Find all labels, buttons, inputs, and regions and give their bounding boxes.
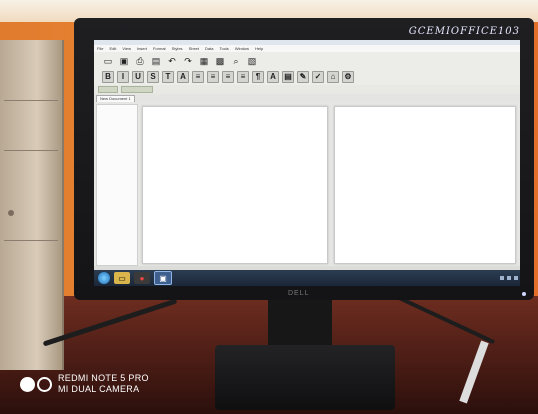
brush-icon[interactable]: ⌂ [327,71,339,83]
monitor-sticker: GCEMIOFFICE103 [408,26,520,37]
print-preview-icon[interactable]: ▤ [150,55,162,67]
menu-item-sheet[interactable]: Sheet [189,45,199,52]
menu-item-edit[interactable]: Edit [109,45,116,52]
style-dropdown[interactable] [98,86,118,93]
grid-icon[interactable]: ▩ [214,55,226,67]
flag-icon[interactable] [514,276,518,280]
open-icon[interactable]: ▭ [102,55,114,67]
volume-icon[interactable] [507,276,511,280]
save-icon[interactable]: ▣ [118,55,130,67]
menu-item-window[interactable]: Window [235,45,249,52]
taskbar: ▭ ● ▣ [94,270,520,286]
computer-cabinet [0,40,64,370]
menu-item-format[interactable]: Format [153,45,166,52]
align-left-icon[interactable]: ≡ [192,71,204,83]
network-icon[interactable] [500,276,504,280]
dual-camera-logo-icon [20,376,52,392]
redo-icon[interactable]: ↷ [182,55,194,67]
find-icon[interactable]: ⌕ [230,55,242,67]
formatting-toolbar: B I U S T A ≡ ≡ ≡ ≡ ¶ A ▤ ✎ ✓ ⌂ ⚙ [94,69,520,85]
menu-bar: File Edit View Insert Format Styles Sheet Data T… [94,45,520,52]
file-explorer-icon[interactable]: ▭ [114,272,130,284]
start-button[interactable] [98,272,110,284]
font-dropdown[interactable] [121,86,153,93]
monitor-brand: DELL [288,290,310,297]
paragraph-icon[interactable]: ¶ [252,71,264,83]
menu-item-styles[interactable]: Styles [172,45,183,52]
tab-document[interactable]: New Document 1 [96,95,135,102]
menu-item-file[interactable]: File [97,45,103,52]
print-icon[interactable]: ⎙ [134,55,146,67]
document-page-left[interactable] [142,106,328,264]
screen: File Edit View Insert Format Styles Sheet Data T… [94,40,520,286]
monitor-stand-base [215,345,395,410]
image-icon[interactable]: ▧ [246,55,258,67]
menu-item-tools[interactable]: Tools [219,45,228,52]
bold-icon[interactable]: B [102,71,114,83]
camera-model-label: REDMI NOTE 5 PRO [58,373,149,383]
italic-icon[interactable]: I [117,71,129,83]
menu-item-data[interactable]: Data [205,45,213,52]
style-toolbar [94,85,520,94]
table-icon[interactable]: ▦ [198,55,210,67]
gear-icon[interactable]: ⚙ [342,71,354,83]
menu-item-help[interactable]: Help [255,45,263,52]
justify-icon[interactable]: ≡ [237,71,249,83]
align-right-icon[interactable]: ≡ [222,71,234,83]
subscript-icon[interactable]: T [162,71,174,83]
navigator-pane [96,104,138,266]
underline-icon[interactable]: U [132,71,144,83]
strikethrough-icon[interactable]: S [147,71,159,83]
system-tray [500,276,518,280]
menu-item-insert[interactable]: Insert [137,45,147,52]
office-app-icon[interactable]: ▣ [154,271,172,285]
undo-icon[interactable]: ↶ [166,55,178,67]
power-indicator [522,292,526,296]
standard-toolbar: ▭ ▣ ⎙ ▤ ↶ ↷ ▦ ▩ ⌕ ▧ [94,52,520,69]
document-area [94,102,520,266]
monitor-stand-neck [268,300,332,350]
pen-icon[interactable]: ✎ [297,71,309,83]
align-center-icon[interactable]: ≡ [207,71,219,83]
spellcheck-icon[interactable]: ✓ [312,71,324,83]
camera-type-label: MI DUAL CAMERA [58,384,140,394]
camera-watermark: REDMI NOTE 5 PRO MI DUAL CAMERA [20,373,149,395]
highlight-icon[interactable]: ▤ [282,71,294,83]
chrome-icon[interactable]: ● [134,272,150,284]
document-page-right[interactable] [334,106,516,264]
font-color-icon[interactable]: A [267,71,279,83]
superscript-icon[interactable]: A [177,71,189,83]
menu-item-view[interactable]: View [122,45,131,52]
